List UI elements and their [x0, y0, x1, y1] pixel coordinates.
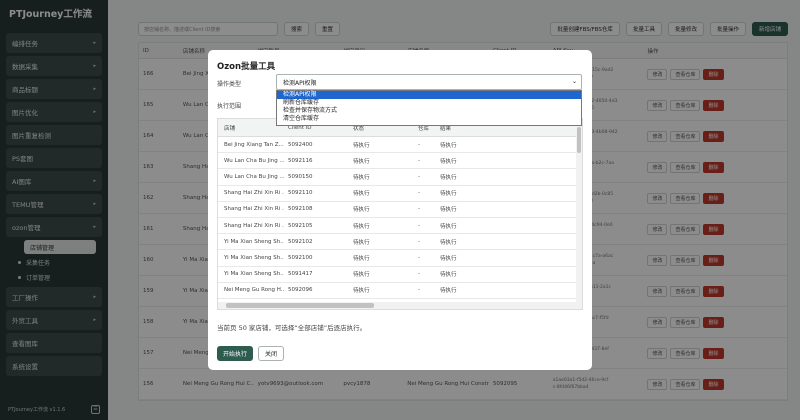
exec-cell-status: 待执行: [353, 191, 370, 198]
exec-table-body: Bei Jing Xiang Tan Z... 5092400 待执行 - 待执行 Wu …: [218, 137, 582, 299]
start-run-button[interactable]: 开始执行: [217, 346, 253, 361]
exec-table-row: Yi Ma Xian Sheng Sh... 5092102 待执行 - 待执行: [218, 234, 582, 251]
exec-cell-wh: -: [418, 206, 420, 213]
exec-cell-store: Yi Ma Xian Sheng Sh...: [224, 271, 284, 278]
modal-title: Ozon批量工具: [217, 62, 276, 72]
dropdown-option[interactable]: 检测API权限: [277, 91, 581, 99]
vertical-scrollbar[interactable]: [576, 119, 582, 304]
exec-table-row: Shang Hai Zhi Xin Ri ... 5092108 待执行 - 待执行: [218, 202, 582, 218]
exec-cell-status: 待执行: [353, 239, 370, 246]
dropdown-option[interactable]: 清空仓库缓存: [277, 115, 581, 123]
exec-cell-store: Shang Hai Zhi Xin Ri ...: [224, 222, 284, 229]
dropdown-option[interactable]: 刷新仓库缓存: [277, 99, 581, 107]
exec-cell-result: 待执行: [440, 288, 457, 295]
exec-table-row: Shang Hai Zhi Xin Ri ... 5092110 待执行 - 待执行: [218, 186, 582, 202]
exec-cell-cid: 5092100: [288, 254, 313, 261]
exec-cell-cid: 5092105: [288, 222, 313, 229]
exec-table-row: Yi Ma Xian Sheng Sh... 5092100 待执行 - 待执行: [218, 250, 582, 267]
exec-cell-result: 待执行: [440, 207, 457, 214]
exec-cell-wh: -: [418, 287, 420, 294]
horizontal-scroll-thumb[interactable]: [226, 303, 374, 308]
exec-cell-status: 待执行: [353, 272, 370, 279]
exec-cell-result: 待执行: [440, 158, 457, 165]
exec-cell-cid: 5092096: [288, 287, 313, 294]
exec-cell-wh: -: [418, 173, 420, 180]
exec-cell-result: 待执行: [440, 174, 457, 181]
exec-table-row: Wu Lan Cha Bu Jing ... 5090150 待执行 - 待执行: [218, 169, 582, 186]
exec-cell-store: Shang Hai Zhi Xin Ri ...: [224, 206, 284, 213]
vertical-scroll-thumb[interactable]: [577, 127, 581, 153]
exec-table-row: Bei Jing Xiang Tan Z... 5092400 待执行 - 待执行: [218, 137, 582, 154]
op-type-value: 检测API权限: [283, 79, 317, 87]
range-label: 执行范围: [217, 103, 242, 110]
exec-cell-store: Bei Jing Xiang Tan Z...: [224, 141, 284, 148]
exec-cell-store: Wu Lan Cha Bu Jing ...: [224, 173, 284, 180]
exec-cell-result: 待执行: [440, 142, 457, 149]
store-exec-table: 店铺 Client ID 状态 仓库 结果 Bei Jing Xiang Tan Z..…: [217, 118, 583, 310]
exec-table-header-cell: 店铺: [224, 125, 236, 132]
exec-table-row: Yi Ma Xian Sheng Sh... 5091417 待执行 - 待执行: [218, 267, 582, 283]
exec-cell-store: Shang Hai Zhi Xin Ri ...: [224, 190, 284, 197]
batch-tools-modal: Ozon批量工具 操作类型 检测API权限 ⌄ 检测API权限 刷新仓库缓存 检查并…: [208, 50, 592, 370]
exec-cell-status: 待执行: [353, 158, 370, 165]
exec-cell-status: 待执行: [353, 174, 370, 181]
exec-cell-cid: 5092108: [288, 206, 313, 213]
exec-cell-wh: -: [418, 254, 420, 261]
exec-cell-result: 待执行: [440, 272, 457, 279]
exec-cell-result: 待执行: [440, 255, 457, 262]
exec-cell-wh: -: [418, 222, 420, 229]
exec-cell-status: 待执行: [353, 223, 370, 230]
dropdown-option[interactable]: 检查并保存物流方式: [277, 107, 581, 115]
exec-cell-wh: -: [418, 271, 420, 278]
exec-cell-result: 待执行: [440, 191, 457, 198]
exec-table-row: Shang Hai Zhi Xin Ri ... 5092105 待执行 - 待执行: [218, 218, 582, 235]
chevron-down-icon: ⌄: [571, 78, 577, 85]
exec-cell-cid: 5092400: [288, 141, 313, 148]
exec-cell-wh: -: [418, 190, 420, 197]
exec-cell-store: Nei Meng Gu Rong H...: [224, 287, 284, 294]
op-type-dropdown: 检测API权限 刷新仓库缓存 检查并保存物流方式 清空仓库缓存: [276, 90, 582, 126]
close-button[interactable]: 关闭: [258, 346, 284, 361]
exec-cell-status: 待执行: [353, 288, 370, 295]
exec-cell-status: 待执行: [353, 142, 370, 149]
op-type-label: 操作类型: [217, 81, 242, 88]
exec-table-row: Wu Lan Cha Bu Jing ... 5092116 待执行 - 待执行: [218, 153, 582, 170]
exec-cell-store: Yi Ma Xian Sheng Sh...: [224, 238, 284, 245]
exec-cell-status: 待执行: [353, 255, 370, 262]
horizontal-scrollbar[interactable]: [218, 302, 582, 309]
exec-cell-wh: -: [418, 157, 420, 164]
hint-text: 当前页 50 家店铺，可选择“全部店铺”后逐店执行。: [217, 324, 367, 332]
exec-cell-result: 待执行: [440, 239, 457, 246]
op-type-select[interactable]: 检测API权限 ⌄: [276, 74, 582, 90]
exec-cell-result: 待执行: [440, 223, 457, 230]
exec-cell-store: Yi Ma Xian Sheng Sh...: [224, 254, 284, 261]
exec-table-row: Nei Meng Gu Rong H... 5092096 待执行 - 待执行: [218, 283, 582, 299]
exec-cell-cid: 5092102: [288, 238, 313, 245]
exec-cell-cid: 5092116: [288, 157, 313, 164]
exec-cell-store: Wu Lan Cha Bu Jing ...: [224, 157, 284, 164]
exec-cell-status: 待执行: [353, 207, 370, 214]
exec-cell-wh: -: [418, 141, 420, 148]
exec-cell-cid: 5090150: [288, 173, 313, 180]
exec-cell-wh: -: [418, 238, 420, 245]
exec-cell-cid: 5091417: [288, 271, 313, 278]
exec-cell-cid: 5092110: [288, 190, 313, 197]
